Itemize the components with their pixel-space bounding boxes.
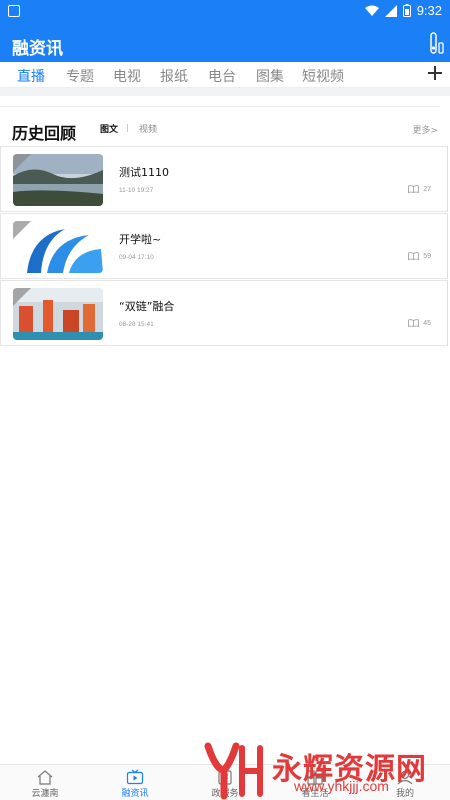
view-count-value: 45: [423, 319, 431, 327]
more-link[interactable]: 更多>: [412, 123, 438, 136]
list-item[interactable]: “双链”融合 08-28 15:41 45: [0, 280, 448, 346]
view-count: 27: [408, 185, 431, 193]
page-title: 融资讯: [12, 39, 63, 59]
view-count-value: 27: [423, 185, 431, 193]
status-time: 9:32: [416, 3, 442, 18]
item-title: 开学啦~: [119, 233, 162, 246]
nav-item-home[interactable]: 云瀍南: [0, 765, 90, 800]
view-count-value: 59: [423, 252, 431, 260]
factory-robots-thumbnail: [13, 288, 103, 340]
item-date: 09-04 17:10: [119, 254, 154, 261]
tab-radio[interactable]: 电台: [208, 66, 236, 86]
section-title: 历史回顾: [12, 124, 77, 143]
toggle-icon[interactable]: [430, 32, 444, 54]
divider-line: [0, 106, 440, 107]
watermark: 永辉资源网 www.yhkjjj.com: [198, 738, 450, 800]
tab-short-video[interactable]: 短视频: [302, 66, 344, 86]
list-item[interactable]: 测试1110 11-10 19:27 27: [0, 146, 448, 212]
watermark-url: www.yhkjjj.com: [294, 778, 389, 794]
item-date: 11-10 19:27: [119, 187, 154, 194]
watermark-logo-icon: [204, 742, 263, 800]
item-date: 08-28 15:41: [119, 321, 154, 328]
sub-tab-divider: [127, 124, 128, 132]
tab-gallery[interactable]: 图集: [256, 66, 284, 86]
nav-label: 融资讯: [121, 789, 149, 799]
app-bar: 融资讯: [0, 24, 450, 62]
signal-icon: [384, 4, 397, 17]
home-icon: [37, 770, 53, 785]
nav-item-news[interactable]: 融资讯: [90, 765, 180, 800]
tab-tv[interactable]: 电视: [113, 66, 141, 86]
blue-logo-thumbnail: [13, 221, 103, 273]
notification-icon: [8, 5, 20, 17]
status-bar: 9:32: [0, 0, 450, 24]
wifi-icon: [364, 5, 379, 16]
sub-tab-videos[interactable]: 视频: [139, 122, 157, 135]
add-channel-icon[interactable]: [426, 64, 444, 82]
section-header: 历史回顾 图文 视频 更多>: [0, 112, 450, 148]
item-title: 测试1110: [119, 166, 169, 179]
channel-tabs: 直播 专题 电视 报纸 电台 图集 短视频: [0, 62, 450, 91]
book-icon: [408, 185, 420, 193]
divider-strip: [0, 88, 450, 96]
tv-icon: [126, 769, 144, 785]
book-icon: [408, 252, 420, 260]
view-count: 59: [408, 252, 431, 260]
nav-label: 云瀍南: [31, 789, 59, 799]
tab-topics[interactable]: 专题: [66, 66, 94, 86]
book-icon: [408, 319, 420, 327]
view-count: 45: [408, 319, 431, 327]
tab-live[interactable]: 直播: [17, 66, 45, 91]
tab-newspaper[interactable]: 报纸: [160, 66, 188, 86]
item-title: “双链”融合: [119, 300, 175, 313]
list-item[interactable]: 开学啦~ 09-04 17:10 59: [0, 213, 448, 279]
battery-icon: [402, 4, 411, 17]
sub-tab-articles[interactable]: 图文: [100, 122, 118, 135]
lake-landscape-thumbnail: [13, 154, 103, 206]
